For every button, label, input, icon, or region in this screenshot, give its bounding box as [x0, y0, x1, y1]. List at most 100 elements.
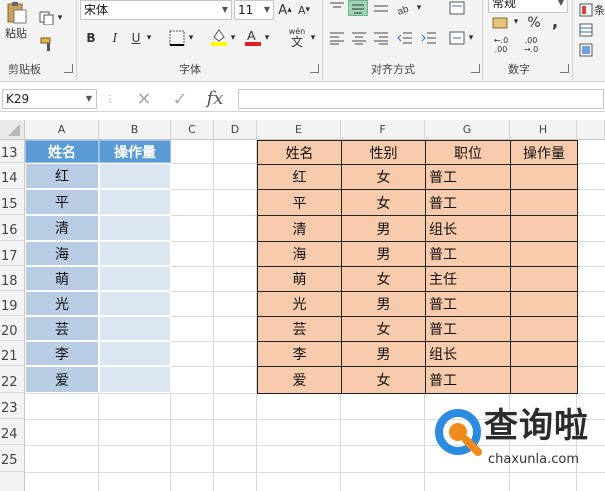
decrease-decimal-button[interactable]: .00 →.0	[518, 36, 544, 54]
right-header-amount[interactable]: 操作量	[510, 140, 578, 165]
top-align-icon[interactable]	[328, 0, 346, 14]
left-cell-amount[interactable]	[99, 215, 171, 241]
right-cell-name[interactable]: 萌	[257, 266, 342, 292]
left-cell-amount[interactable]	[99, 341, 171, 366]
right-cell-amount[interactable]	[510, 341, 578, 367]
bottom-align-icon[interactable]	[372, 0, 390, 14]
column-header-a[interactable]: A	[25, 120, 99, 140]
align-center-icon[interactable]	[350, 30, 368, 46]
left-cell-name[interactable]: 爱	[25, 366, 99, 393]
fill-color-icon[interactable]	[210, 27, 228, 47]
enter-icon[interactable]: ✓	[168, 89, 192, 110]
formula-input[interactable]	[238, 89, 604, 109]
right-cell-amount[interactable]	[510, 164, 578, 190]
paste-icon[interactable]	[4, 2, 28, 24]
format-painter-icon[interactable]	[38, 36, 56, 52]
conditional-format-icon[interactable]	[578, 2, 594, 18]
cancel-icon[interactable]: ✕	[132, 89, 156, 110]
right-cell-gender[interactable]: 女	[341, 316, 426, 342]
font-size-combo[interactable]: 11 ▼	[234, 0, 274, 20]
grow-font-button[interactable]: A ▴	[278, 2, 292, 18]
left-cell-amount[interactable]	[99, 189, 171, 215]
right-cell-amount[interactable]	[510, 189, 578, 216]
right-header-name[interactable]: 姓名	[257, 140, 342, 165]
right-cell-position[interactable]: 普工	[425, 164, 511, 190]
right-cell-name[interactable]: 清	[257, 215, 342, 242]
cell-styles-icon[interactable]	[578, 42, 594, 58]
font-launcher-icon[interactable]	[310, 64, 319, 73]
left-cell-name[interactable]: 平	[25, 189, 99, 215]
orientation-icon[interactable]: ab	[396, 0, 414, 16]
paste-button[interactable]: 粘贴	[2, 26, 30, 40]
left-header-amount[interactable]: 操作量	[99, 140, 171, 163]
align-right-icon[interactable]	[372, 30, 390, 46]
right-cell-amount[interactable]	[510, 291, 578, 317]
phonetic-dropdown-icon[interactable]: ▾	[309, 32, 317, 44]
row-header-15[interactable]: 15	[0, 189, 25, 215]
row-header-22[interactable]: 22	[0, 366, 25, 393]
row-header-13[interactable]: 13	[0, 140, 25, 163]
right-cell-gender[interactable]: 男	[341, 241, 426, 267]
percent-button[interactable]: %	[526, 14, 542, 32]
row-header-20[interactable]: 20	[0, 316, 25, 341]
right-cell-position[interactable]: 普工	[425, 366, 511, 394]
right-cell-position[interactable]: 组长	[425, 215, 511, 242]
right-cell-name[interactable]: 海	[257, 241, 342, 267]
select-all-corner[interactable]	[0, 120, 25, 140]
right-cell-gender[interactable]: 女	[341, 366, 426, 394]
left-cell-name[interactable]: 清	[25, 215, 99, 241]
underline-button[interactable]: U	[128, 29, 144, 47]
column-header-d[interactable]: D	[214, 120, 257, 140]
alignment-launcher-icon[interactable]	[471, 64, 480, 73]
fill-color-dropdown-icon[interactable]: ▾	[229, 32, 237, 44]
row-header-21[interactable]: 21	[0, 341, 25, 366]
right-cell-amount[interactable]	[510, 366, 578, 394]
left-cell-amount[interactable]	[99, 241, 171, 266]
increase-indent-icon[interactable]	[420, 30, 438, 46]
shrink-font-button[interactable]: A ▾	[297, 2, 311, 18]
right-cell-gender[interactable]: 男	[341, 291, 426, 317]
row-header-23[interactable]: 23	[0, 393, 25, 419]
right-header-gender[interactable]: 性别	[341, 140, 426, 165]
column-header-blank[interactable]	[577, 120, 605, 140]
phonetic-button[interactable]: wén 文	[286, 25, 308, 49]
font-color-icon[interactable]: A	[244, 27, 262, 47]
column-header-h[interactable]: H	[510, 120, 577, 140]
font-name-combo[interactable]: 宋体 ▼	[80, 0, 232, 20]
left-cell-name[interactable]: 李	[25, 341, 99, 366]
chevron-down-icon[interactable]: ▼	[86, 90, 92, 108]
name-box[interactable]: K29 ▼	[2, 89, 97, 109]
left-cell-name[interactable]: 萌	[25, 266, 99, 291]
left-cell-amount[interactable]	[99, 291, 171, 316]
right-cell-name[interactable]: 光	[257, 291, 342, 317]
row-header-24[interactable]: 24	[0, 419, 25, 445]
bold-button[interactable]: B	[82, 29, 100, 47]
underline-dropdown-icon[interactable]: ▾	[145, 32, 153, 44]
right-cell-position[interactable]: 主任	[425, 266, 511, 292]
orientation-dropdown-icon[interactable]: ▾	[415, 2, 423, 14]
right-cell-name[interactable]: 芸	[257, 316, 342, 342]
right-header-position[interactable]: 职位	[425, 140, 511, 165]
align-left-icon[interactable]	[328, 30, 346, 46]
left-cell-name[interactable]: 芸	[25, 316, 99, 341]
right-cell-gender[interactable]: 男	[341, 215, 426, 242]
right-cell-name[interactable]: 平	[257, 189, 342, 216]
merge-center-icon[interactable]	[448, 30, 466, 46]
border-dropdown-icon[interactable]: ▾	[187, 32, 195, 44]
row-header-18[interactable]: 18	[0, 266, 25, 291]
right-cell-position[interactable]: 普工	[425, 241, 511, 267]
accounting-format-icon[interactable]	[490, 14, 512, 32]
right-cell-name[interactable]: 红	[257, 164, 342, 190]
right-cell-name[interactable]: 李	[257, 341, 342, 367]
right-cell-amount[interactable]	[510, 241, 578, 267]
clipboard-launcher-icon[interactable]	[64, 64, 73, 73]
comma-button[interactable]: ,	[548, 12, 562, 31]
more-dots-icon[interactable]: ⋮	[105, 91, 115, 107]
column-header-c[interactable]: C	[171, 120, 214, 140]
merge-dropdown-icon[interactable]: ▾	[467, 32, 475, 44]
right-cell-position[interactable]: 普工	[425, 291, 511, 317]
left-cell-name[interactable]: 光	[25, 291, 99, 316]
left-cell-amount[interactable]	[99, 366, 171, 393]
decrease-indent-icon[interactable]	[396, 30, 414, 46]
right-cell-gender[interactable]: 女	[341, 164, 426, 190]
